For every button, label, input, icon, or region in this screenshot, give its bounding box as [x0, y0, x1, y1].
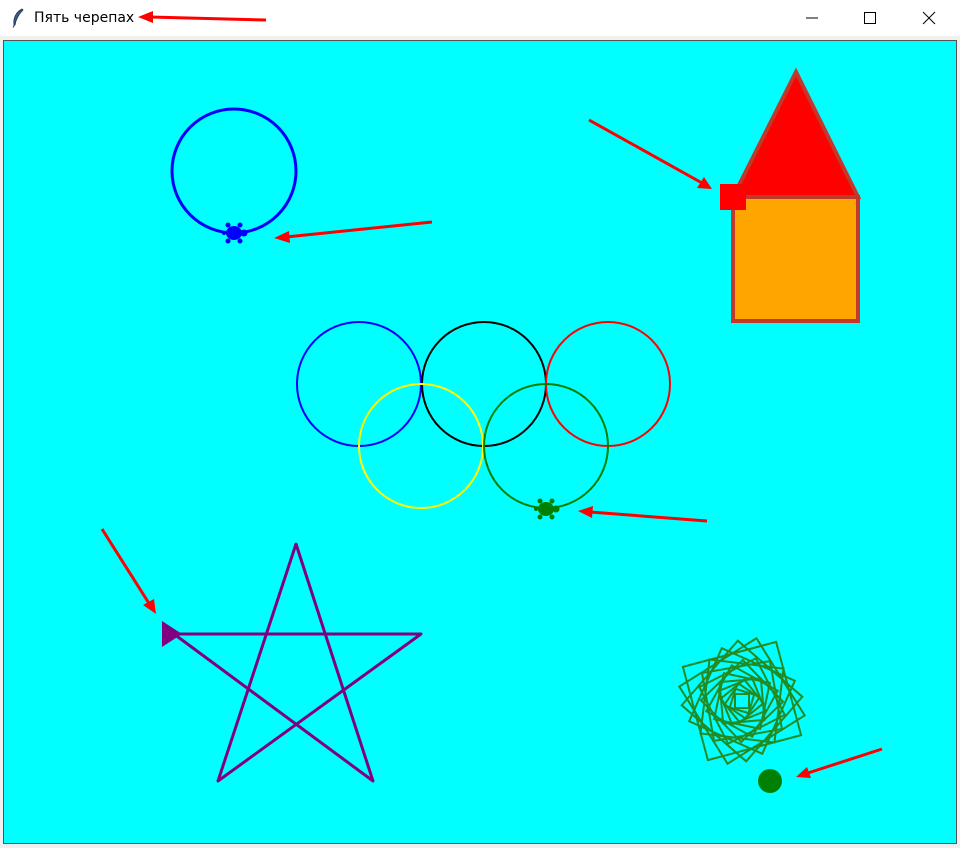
title-bar[interactable]: Пять черепах [0, 0, 960, 36]
turtle-canvas[interactable] [4, 41, 956, 843]
house-wall [731, 195, 860, 323]
spiral-turtle [758, 769, 782, 793]
maximize-icon [864, 12, 876, 24]
close-button[interactable] [900, 0, 958, 36]
close-icon [922, 11, 936, 25]
feather-icon [10, 8, 26, 28]
maximize-button[interactable] [841, 0, 899, 36]
minimize-icon [806, 17, 818, 19]
minimize-button[interactable] [783, 0, 841, 36]
turtle-canvas-container[interactable] [3, 40, 957, 844]
window-title: Пять черепах [34, 10, 135, 26]
house-turtle [720, 184, 746, 210]
